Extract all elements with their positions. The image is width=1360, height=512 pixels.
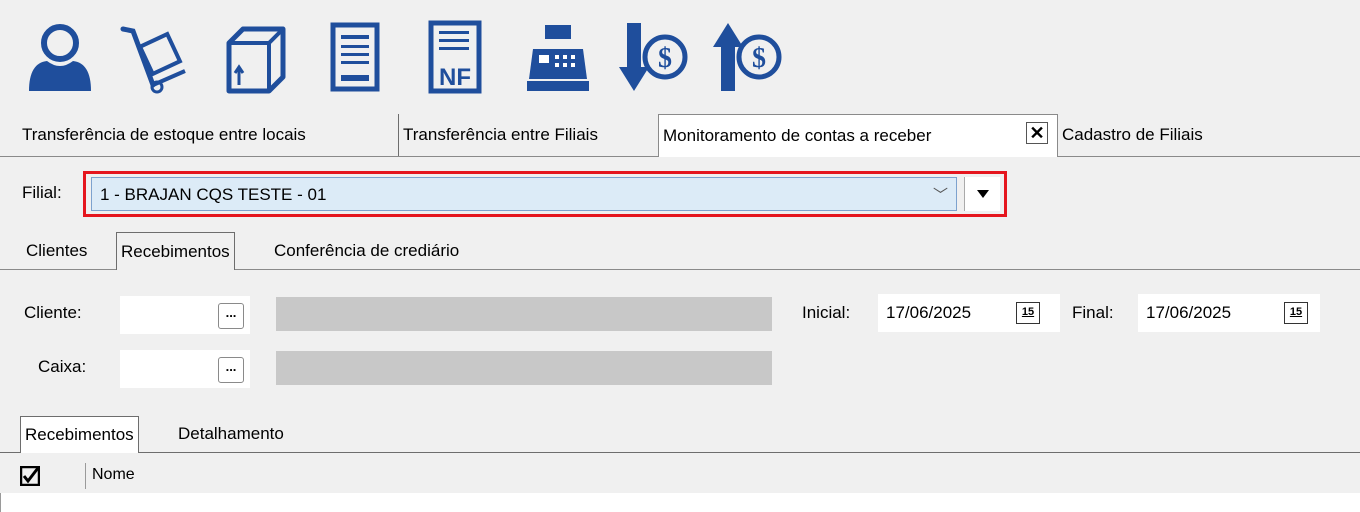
calendar-day: 15 (1021, 306, 1035, 318)
sub-tabs: Clientes Recebimentos Conferência de cre… (0, 232, 1360, 270)
tab-transferencia-estoque[interactable]: Transferência de estoque entre locais (18, 114, 310, 156)
tab-detalhamento[interactable]: Detalhamento (174, 416, 288, 452)
caixa-search-button[interactable]: ... (218, 357, 244, 383)
caixa-label: Caixa: (38, 357, 87, 376)
filial-select[interactable]: 1 - BRAJAN CQS TESTE - 01 ﹀ (91, 177, 957, 211)
result-tabs: Recebimentos Detalhamento (0, 416, 1360, 453)
user-icon[interactable] (24, 18, 96, 96)
calendar-icon[interactable]: 15 (1284, 302, 1308, 324)
dollar-sign: $ (658, 43, 672, 74)
document-tabs: Transferência de estoque entre locais Tr… (0, 114, 1360, 157)
chevron-down-icon: ﹀ (932, 187, 948, 204)
caixa-name-display (276, 351, 772, 385)
caret-down-icon (976, 190, 989, 198)
column-divider (85, 463, 86, 489)
final-label: Final: (1072, 303, 1114, 322)
calendar-icon[interactable]: 15 (1016, 302, 1040, 324)
inicial-label: Inicial: (802, 303, 851, 322)
box-icon[interactable] (220, 18, 292, 96)
cliente-label: Cliente: (24, 303, 82, 322)
filial-dropdown-button[interactable] (964, 177, 1000, 211)
calendar-day: 15 (1289, 306, 1303, 318)
cliente-name-display (276, 297, 772, 331)
inicial-date-value: 17/06/2025 (886, 303, 972, 322)
hand-truck-icon[interactable] (118, 18, 190, 96)
tab-transferencia-filiais[interactable]: Transferência entre Filiais (398, 114, 602, 156)
cliente-search-button[interactable]: ... (218, 303, 244, 329)
filial-value: 1 - BRAJAN CQS TESTE - 01 (100, 185, 327, 204)
grid-body (0, 493, 1360, 512)
checkbox-icon[interactable] (20, 466, 40, 486)
filial-label: Filial: (22, 183, 62, 202)
dollar-down-icon[interactable]: $ (618, 18, 690, 96)
tab-recebimentos[interactable]: Recebimentos (116, 232, 235, 270)
tab-clientes[interactable]: Clientes (22, 232, 91, 269)
nf-label: NF (439, 64, 471, 91)
tab-monitoramento-label: Monitoramento de contas a receber (663, 126, 932, 145)
invoice-nf-icon[interactable]: NF (420, 18, 492, 96)
tab-conferencia-crediario[interactable]: Conferência de crediário (270, 232, 463, 269)
cash-register-icon[interactable] (522, 18, 594, 96)
grid-header: Nome (0, 459, 1360, 494)
column-header-nome[interactable]: Nome (92, 466, 135, 484)
tab-monitoramento-contas[interactable]: Monitoramento de contas a receber (658, 114, 1058, 157)
toolbar: NF $ $ (0, 0, 1360, 110)
tab-recebimentos-list[interactable]: Recebimentos (20, 416, 139, 453)
dollar-sign: $ (752, 43, 766, 74)
dollar-up-icon[interactable]: $ (712, 18, 784, 96)
final-date-value: 17/06/2025 (1146, 303, 1232, 322)
document-icon[interactable] (320, 18, 392, 96)
close-tab-icon[interactable]: ✕ (1026, 122, 1048, 144)
tab-cadastro-filiais[interactable]: Cadastro de Filiais (1058, 114, 1207, 156)
